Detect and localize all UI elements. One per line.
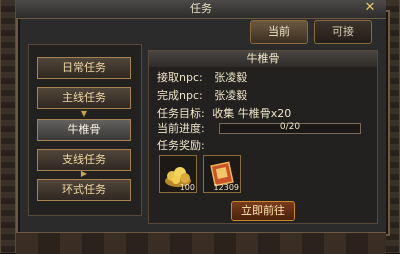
- tab-available[interactable]: 可接: [314, 20, 372, 44]
- window-title: 任务 ✕: [16, 0, 386, 19]
- go-now-button[interactable]: 立即前往: [231, 201, 295, 221]
- progress-bar: 0/20: [219, 122, 361, 134]
- window-title-text: 任务: [190, 2, 212, 15]
- accept-npc-row: 接取npc: 张凌毅: [157, 71, 247, 84]
- objective-label: 任务目标:: [157, 107, 205, 120]
- accept-npc-value: 张凌毅: [214, 71, 248, 84]
- task-item-button[interactable]: 牛椎骨: [37, 119, 131, 141]
- tab-current[interactable]: 当前: [250, 20, 308, 44]
- reward-book-count: 12309: [213, 183, 239, 192]
- rewards-label: 任务奖励:: [157, 139, 205, 152]
- accept-npc-label: 接取npc:: [157, 71, 203, 84]
- reward-gold-slot[interactable]: 100: [159, 155, 197, 193]
- task-category-list: 日常任务 主线任务 ▼ 牛椎骨 支线任务 ▶ 环式任务: [28, 44, 142, 216]
- category-side-button[interactable]: 支线任务: [37, 149, 131, 171]
- chevron-right-icon: ▶: [80, 169, 88, 178]
- reward-book-slot[interactable]: 12309: [203, 155, 241, 193]
- category-daily-button[interactable]: 日常任务: [37, 57, 131, 79]
- objective-row: 任务目标: 收集 牛椎骨x20: [157, 107, 291, 120]
- close-icon[interactable]: ✕: [362, 0, 378, 16]
- complete-npc-row: 完成npc: 张凌毅: [157, 89, 247, 102]
- progress-label: 当前进度:: [157, 122, 205, 135]
- complete-npc-label: 完成npc:: [157, 89, 203, 102]
- left-border-decor: [0, 0, 16, 253]
- objective-value: 收集 牛椎骨x20: [212, 107, 292, 120]
- category-ring-button[interactable]: 环式任务: [37, 179, 131, 201]
- progress-text: 0/20: [279, 122, 301, 132]
- reward-gold-count: 100: [179, 183, 195, 192]
- bottom-decor-bar: [16, 232, 386, 254]
- chevron-down-icon: ▼: [80, 109, 88, 118]
- category-main-button[interactable]: 主线任务: [37, 87, 131, 109]
- task-detail-panel: 牛椎骨 接取npc: 张凌毅 完成npc: 张凌毅 任务目标: 收集 牛椎骨x2…: [148, 50, 378, 224]
- complete-npc-value: 张凌毅: [214, 89, 248, 102]
- task-title: 牛椎骨: [149, 51, 377, 67]
